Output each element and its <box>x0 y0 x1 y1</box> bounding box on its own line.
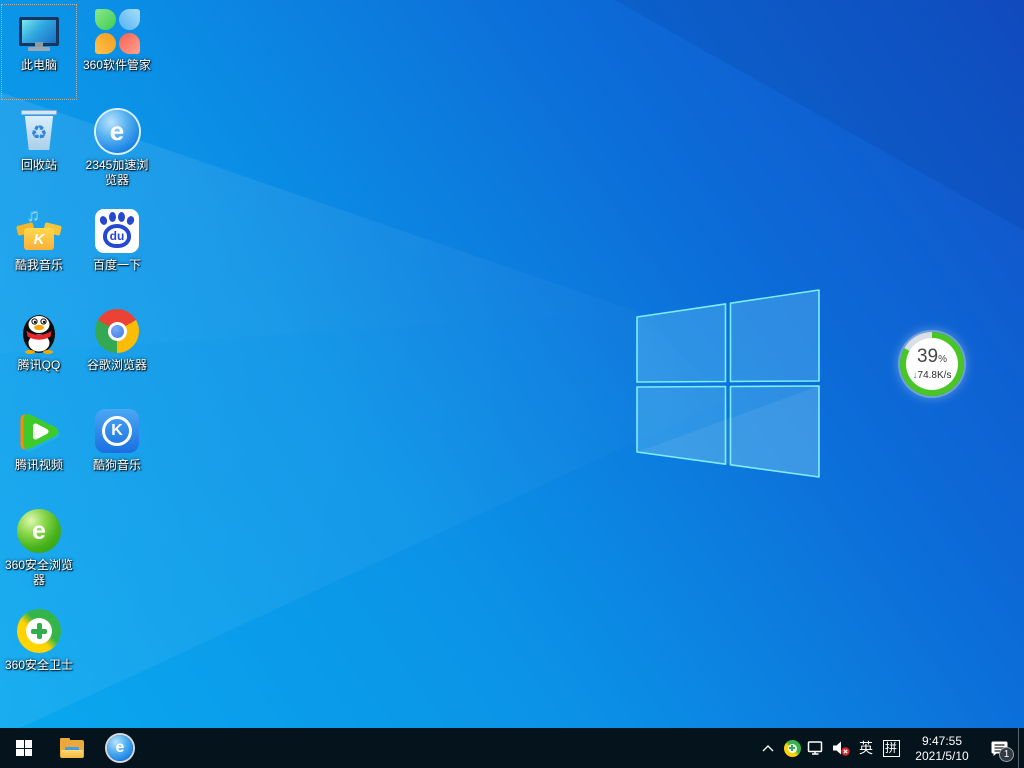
tray-expand-button[interactable] <box>756 728 780 768</box>
desktop-icon-label: 谷歌浏览器 <box>87 358 147 373</box>
2345-browser-icon: e <box>94 108 140 154</box>
360-browser-icon: e <box>16 508 62 554</box>
baidu-icon: du <box>94 208 140 254</box>
this-pc-icon <box>16 8 62 54</box>
folder-icon <box>60 738 84 758</box>
desktop-icon-this-pc[interactable]: 此电脑 <box>1 4 77 100</box>
tencent-video-icon <box>16 408 62 454</box>
desktop-icon-baidu[interactable]: du 百度一下 <box>79 204 155 300</box>
browser-e-icon: e <box>107 735 133 761</box>
tray-360-icon[interactable] <box>780 728 804 768</box>
desktop-icon-label: 此电脑 <box>21 58 57 73</box>
desktop-icon-label: 酷我音乐 <box>15 258 63 273</box>
clock-date: 2021/5/10 <box>904 749 980 764</box>
desktop-icon-label: 酷狗音乐 <box>93 458 141 473</box>
clock-time: 9:47:55 <box>904 734 980 749</box>
taskbar: e 英 <box>0 728 1024 768</box>
desktop-icon-tencent-video[interactable]: 腾讯视频 <box>1 404 77 500</box>
system-tray: 英 拼 9:47:55 2021/5/10 1 <box>756 728 1024 768</box>
progress-circle: 39% ↓74.8K/s <box>906 338 958 390</box>
desktop-icon-label: 腾讯QQ <box>18 358 61 373</box>
desktop-icon-tencent-qq[interactable]: 腾讯QQ <box>1 304 77 400</box>
desktop-icon-2345-browser[interactable]: e 2345加速浏览器 <box>79 104 155 200</box>
chrome-icon <box>94 308 140 354</box>
network-icon[interactable] <box>804 728 828 768</box>
desktop-icon-label: 百度一下 <box>93 258 141 273</box>
start-button[interactable] <box>0 728 48 768</box>
windows-logo <box>615 270 845 500</box>
action-center-button[interactable]: 1 <box>980 728 1018 768</box>
download-progress-widget[interactable]: 39% ↓74.8K/s <box>900 332 964 396</box>
kuwo-music-icon: ♫ K <box>16 208 62 254</box>
speaker-mute-icon <box>831 739 851 757</box>
kugou-icon: K <box>94 408 140 454</box>
tencent-qq-icon <box>16 308 62 354</box>
chevron-up-icon <box>762 745 774 752</box>
file-explorer-button[interactable] <box>48 728 96 768</box>
ime-language-indicator[interactable]: 英 <box>854 728 878 768</box>
volume-muted-icon[interactable] <box>828 728 854 768</box>
desktop-icon-label: 360软件管家 <box>83 58 151 73</box>
kuwo-k-glyph: K <box>34 231 45 248</box>
baidu-du-glyph: du <box>110 229 125 243</box>
desktop-icon-360-guard[interactable]: 360安全卫士 <box>1 604 77 700</box>
desktop-icon-label: 2345加速浏览器 <box>80 158 154 188</box>
recycle-symbol: ♻ <box>30 124 47 143</box>
desktop-icon-recycle-bin[interactable]: ♻ 回收站 <box>1 104 77 200</box>
desktop: 此电脑 ♻ 回收站 ♫ K 酷我音乐 <box>0 0 1024 768</box>
360-guard-icon <box>16 608 62 654</box>
360-manager-icon <box>94 8 140 54</box>
notification-badge: 1 <box>999 747 1014 762</box>
ime-method-indicator[interactable]: 拼 <box>878 728 904 768</box>
kugou-k-glyph: K <box>111 422 123 440</box>
progress-percent: 39% <box>917 348 947 369</box>
download-speed: ↓74.8K/s <box>913 370 952 381</box>
ethernet-icon <box>807 740 825 756</box>
desktop-icon-label: 360安全浏览器 <box>2 558 76 588</box>
desktop-icon-label: 回收站 <box>21 158 57 173</box>
2345-e-glyph: e <box>110 116 124 147</box>
desktop-icon-360-manager[interactable]: 360软件管家 <box>79 4 155 100</box>
desktop-icon-kuwo-music[interactable]: ♫ K 酷我音乐 <box>1 204 77 300</box>
taskbar-clock[interactable]: 9:47:55 2021/5/10 <box>904 733 980 764</box>
recycle-bin-icon: ♻ <box>16 108 62 154</box>
desktop-icon-label: 360安全卫士 <box>5 658 73 673</box>
desktop-icon-chrome[interactable]: 谷歌浏览器 <box>79 304 155 400</box>
desktop-icon-360-browser[interactable]: e 360安全浏览器 <box>1 504 77 600</box>
browser-button[interactable]: e <box>96 728 144 768</box>
windows-start-icon <box>16 740 32 756</box>
desktop-icon-kugou[interactable]: K 酷狗音乐 <box>79 404 155 500</box>
360-browser-e-glyph: e <box>32 517 46 546</box>
desktop-icon-label: 腾讯视频 <box>15 458 63 473</box>
show-desktop-button[interactable] <box>1018 728 1024 768</box>
